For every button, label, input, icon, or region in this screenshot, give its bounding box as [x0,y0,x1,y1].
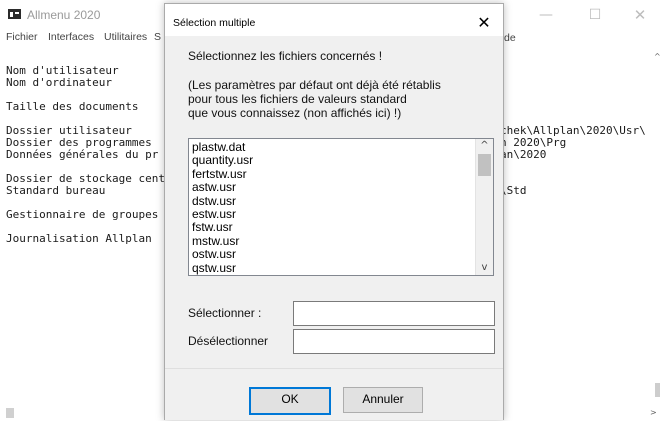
file-list-item[interactable]: estw.usr [192,207,476,221]
file-list-item[interactable]: qstw.usr [192,261,476,275]
info-line: Standard bureau [6,184,106,197]
file-list-item[interactable]: mstw.usr [192,234,476,248]
cancel-button[interactable]: Annuler [343,387,423,413]
deselect-input[interactable] [293,329,495,354]
info-line: Données générales du pr [6,148,159,161]
chevron-down-icon[interactable]: v [476,261,493,275]
main-vertical-scrollbar[interactable]: ^ [651,50,662,410]
file-listbox[interactable]: plastw.dat quantity.usr fertstw.usr astw.us… [188,138,494,276]
file-list-item[interactable]: dstw.usr [192,194,476,208]
minimize-button[interactable]: — [526,2,566,28]
close-window-button[interactable]: ✕ [620,2,660,28]
info-line: Journalisation Allplan [6,232,152,245]
info-line: an\2020 [500,148,547,161]
info-line: Gestionnaire de groupes [6,208,159,221]
info-line: Taille des documents [6,100,139,113]
select-label: Sélectionner : [188,306,262,320]
main-scroll-thumb[interactable] [655,383,660,397]
dialog-title: Sélection multiple [173,17,256,29]
chevron-up-icon[interactable]: ^ [476,139,493,153]
maximize-button[interactable]: ☐ [575,2,615,28]
info-values: chek\Allplan\2020\Usr\ n 2020\Prg an\2020 \… [500,125,660,197]
allmenu-app-icon [8,9,21,19]
info-line [500,161,660,173]
select-input[interactable] [293,301,495,326]
file-list-items: plastw.dat quantity.usr fertstw.usr astw.us… [192,140,476,275]
menu-partial-item[interactable]: S [154,31,161,43]
horizontal-scroll-thumb[interactable] [6,408,14,418]
scroll-up-arrow-icon[interactable]: ^ [654,52,661,61]
multiple-selection-dialog: Sélection multiple ✕ Sélectionnez les fi… [164,3,504,420]
note-line: (Les paramètres par défaut ont déjà été … [188,78,441,92]
dialog-prompt: Sélectionnez les fichiers concernés ! [188,49,383,63]
note-line: que vous connaissez (non affichés ici) !… [188,106,402,120]
file-list-item[interactable]: fstw.usr [192,220,476,234]
file-list-item[interactable]: fertstw.usr [192,167,476,181]
file-list-item[interactable]: astw.usr [192,180,476,194]
info-labels: Nom d'utilisateur Nom d'ordinateur Taille … [6,65,164,245]
file-list-item[interactable]: quantity.usr [192,153,476,167]
menu-fichier[interactable]: Fichier [6,31,38,43]
dialog-note: (Les paramètres par défaut ont déjà été … [188,78,441,120]
file-list-item[interactable]: plastw.dat [192,140,476,154]
note-line: pour tous les fichiers de valeurs standa… [188,92,407,106]
file-list-scroll-thumb[interactable] [478,154,491,176]
info-line: \Std [500,184,527,197]
deselect-label: Désélectionner [188,334,269,348]
menu-aide-partial[interactable]: de [504,32,516,44]
menu-utilitaires[interactable]: Utilitaires [104,31,147,43]
dialog-titlebar: Sélection multiple ✕ [165,4,503,36]
menu-interfaces[interactable]: Interfaces [48,31,94,43]
file-list-item[interactable]: ostw.usr [192,247,476,261]
file-list-scrollbar[interactable]: ^ v [475,139,493,275]
scroll-right-arrow-icon[interactable]: > [650,408,657,417]
dialog-button-bar: OK Annuler [165,368,503,420]
dialog-close-button[interactable]: ✕ [465,10,503,36]
allmenu-title: Allmenu 2020 [27,8,101,22]
ok-button[interactable]: OK [249,387,331,415]
info-line: Nom d'ordinateur [6,76,112,89]
